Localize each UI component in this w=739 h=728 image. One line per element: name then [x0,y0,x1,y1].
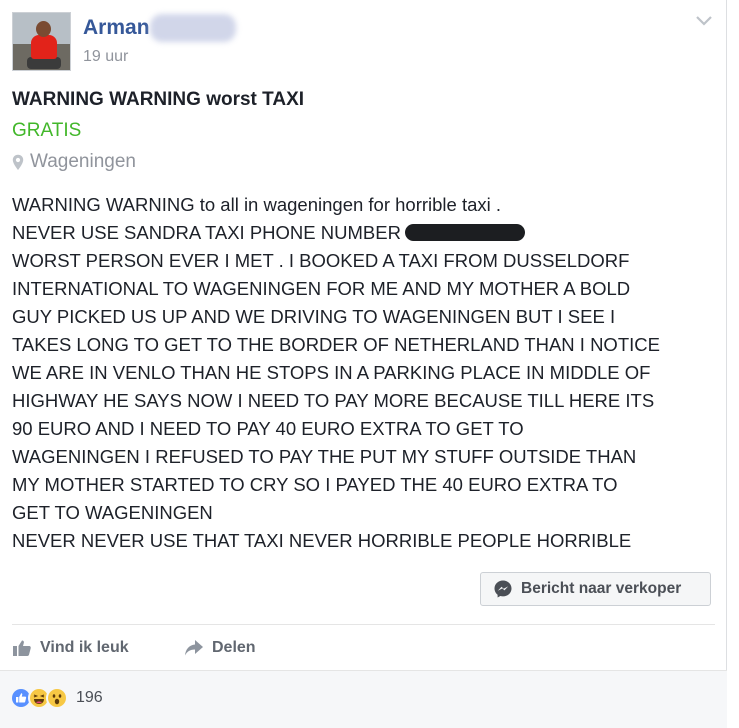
description-line: HIGHWAY HE SAYS NOW I NEED TO PAY MORE B… [12,390,655,411]
description-line: NEVER NEVER USE THAT TAXI NEVER HORRIBLE… [12,530,632,551]
like-label: Vind ik leuk [40,639,129,656]
description-line: WE ARE IN VENLO THAN HE STOPS IN A PARKI… [12,362,651,383]
thumbs-up-icon [13,640,31,656]
share-label: Delen [212,639,256,656]
messenger-icon [494,580,512,598]
description-line: WARNING WARNING to all in wageningen for… [12,194,502,215]
redacted-surname [150,14,236,42]
message-seller-label: Bericht naar verkoper [521,580,682,597]
location-text: Wageningen [30,151,136,172]
listing-location: Wageningen [12,151,136,173]
description-line: INTERNATIONAL TO WAGENINGEN FOR ME AND M… [12,278,631,299]
author-avatar[interactable] [12,12,71,71]
listing-description: WARNING WARNING to all in wageningen for… [12,191,722,555]
share-button[interactable]: Delen [184,636,256,660]
listing-title: WARNING WARNING worst TAXI [12,89,305,110]
location-pin-icon [12,154,24,170]
author-name[interactable]: Arman [83,16,150,40]
description-line: NEVER USE SANDRA TAXI PHONE NUMBER [12,219,722,247]
description-line: TAKES LONG TO GET TO THE BORDER OF NETHE… [12,334,660,355]
reaction-count: 196 [76,689,103,706]
action-divider [12,624,715,625]
description-line: WAGENINGEN I REFUSED TO PAY THE PUT MY S… [12,446,637,467]
description-line: GET TO WAGENINGEN [12,502,213,523]
reaction-summary[interactable]: 196 [10,685,103,711]
message-seller-button[interactable]: Bericht naar verkoper [480,572,711,606]
redacted-phone-number [404,224,525,241]
marketplace-post-card: Arman 19 uur WARNING WARNING worst TAXI … [0,0,727,728]
description-line: GUY PICKED US UP AND WE DRIVING TO WAGEN… [12,306,616,327]
like-button[interactable]: Vind ik leuk [12,636,129,660]
listing-price: GRATIS [12,120,82,141]
wow-icon [46,687,68,709]
reactions-bar: 196 [0,670,727,728]
description-line: WORST PERSON EVER I MET . I BOOKED A TAX… [12,250,630,271]
post-timestamp[interactable]: 19 uur [83,48,128,66]
chevron-down-icon[interactable] [694,14,714,28]
share-arrow-icon [185,640,203,656]
description-line: MY MOTHER STARTED TO CRY SO I PAYED THE … [12,474,618,495]
description-line: 90 EURO AND I NEED TO PAY 40 EURO EXTRA … [12,418,524,439]
